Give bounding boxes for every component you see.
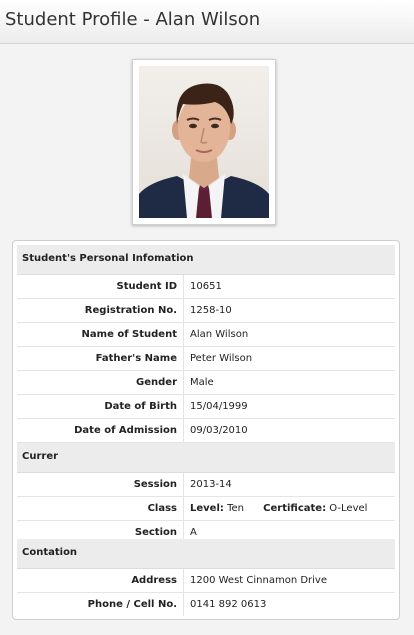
row-label: Class (17, 497, 184, 520)
row-value: 1200 West Cinnamon Drive (190, 575, 327, 586)
section-heading: Contation (22, 547, 78, 558)
row-gender: Gender Male (17, 371, 395, 395)
row-label: Address (17, 569, 184, 592)
row-label: Father's Name (17, 347, 184, 370)
row-label: Date of Admission (17, 419, 184, 442)
row-date-of-birth: Date of Birth 15/04/1999 (17, 395, 395, 419)
student-portrait-icon (139, 66, 269, 218)
row-value: 15/04/1999 (190, 401, 248, 412)
row-date-of-admission: Date of Admission 09/03/2010 (17, 419, 395, 443)
page-title: Student Profile - Alan Wilson (5, 9, 261, 30)
row-value: Peter Wilson (190, 353, 253, 364)
current-section-header: Currer (17, 443, 395, 473)
row-label: Gender (17, 371, 184, 394)
row-registration-no: Registration No. 1258-10 (17, 299, 395, 323)
level-value: Ten (227, 503, 244, 514)
row-class: Class Level: Ten Certificate: O-Level (17, 497, 395, 521)
section-heading: Currer (22, 451, 59, 462)
row-session: Session 2013-14 (17, 473, 395, 497)
row-value: 09/03/2010 (190, 425, 248, 436)
row-value: 10651 (190, 281, 222, 292)
row-label: Session (17, 473, 184, 496)
row-label: Date of Birth (17, 395, 184, 418)
row-father-name: Father's Name Peter Wilson (17, 347, 395, 371)
title-bar: Student Profile - Alan Wilson (0, 0, 414, 44)
row-phone: Phone / Cell No. 0141 892 0613 (17, 593, 395, 617)
row-value: Alan Wilson (190, 329, 249, 340)
row-value: Level: Ten Certificate: O-Level (184, 497, 395, 520)
photo-frame (132, 59, 276, 225)
student-photo (139, 66, 269, 218)
row-label: Name of Student (17, 323, 184, 346)
row-value: 0141 892 0613 (190, 599, 267, 610)
level-label: Level: (190, 503, 224, 514)
student-info-panel: Student's Personal Infomation Student ID… (12, 240, 400, 620)
row-label: Phone / Cell No. (17, 593, 184, 616)
row-student-id: Student ID 10651 (17, 275, 395, 299)
personal-info-section-header: Student's Personal Infomation (17, 245, 395, 275)
row-label: Registration No. (17, 299, 184, 322)
row-value: 2013-14 (190, 479, 232, 490)
row-student-name: Name of Student Alan Wilson (17, 323, 395, 347)
row-value: 1258-10 (190, 305, 232, 316)
certificate-label: Certificate: (263, 503, 327, 514)
row-value: Male (190, 377, 214, 388)
contact-section-header: Contation (17, 539, 395, 569)
row-label: Student ID (17, 275, 184, 298)
certificate-value: O-Level (329, 503, 368, 514)
section-heading: Student's Personal Infomation (22, 253, 194, 264)
row-address: Address 1200 West Cinnamon Drive (17, 569, 395, 593)
